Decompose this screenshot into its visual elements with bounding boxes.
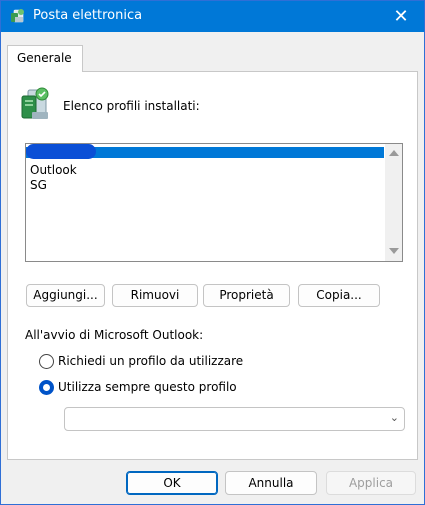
list-item[interactable]: Outlook <box>30 163 77 178</box>
radio-checked[interactable] <box>39 380 54 395</box>
tab-panel-generale: Elenco profili installati: Outlook SG Ag… <box>7 71 418 460</box>
radio-label: Richiedi un profilo da utilizzare <box>58 354 244 368</box>
list-item[interactable]: SG <box>30 178 47 193</box>
ok-button[interactable]: OK <box>126 471 218 495</box>
chevron-down-icon: ⌄ <box>389 411 399 424</box>
window-title: Posta elettronica <box>33 8 143 23</box>
button-label: Rimuovi <box>130 288 180 302</box>
tab-label: Generale <box>17 51 72 65</box>
profiles-list-label: Elenco profili installati: <box>63 99 200 113</box>
profiles-server-icon <box>21 87 49 119</box>
button-label: Proprietà <box>219 288 274 302</box>
listbox-scrollbar[interactable] <box>385 144 402 261</box>
radio-label: Utilizza sempre questo profilo <box>58 380 237 394</box>
mail-profile-icon <box>11 9 24 23</box>
tab-generale[interactable]: Generale <box>7 45 83 72</box>
add-profile-button[interactable]: Aggiungi... <box>26 284 105 307</box>
button-label: Annulla <box>248 476 294 490</box>
list-item-label: SG <box>30 178 47 192</box>
button-label: Applica <box>348 476 394 490</box>
profile-select-combobox[interactable]: ⌄ <box>64 407 405 431</box>
title-bar: Posta elettronica ✕ <box>1 1 424 32</box>
mail-dialog-window: Posta elettronica ✕ Generale Elenco prof… <box>0 0 425 505</box>
button-label: OK <box>163 476 181 490</box>
copy-profile-button[interactable]: Copia... <box>298 284 380 307</box>
scroll-up-icon[interactable] <box>389 150 399 156</box>
scroll-down-icon[interactable] <box>389 248 399 254</box>
startup-label: All'avvio di Microsoft Outlook: <box>25 328 204 342</box>
close-button[interactable]: ✕ <box>378 1 424 32</box>
list-item-label: Outlook <box>30 163 77 177</box>
close-icon: ✕ <box>393 6 409 27</box>
properties-button[interactable]: Proprietà <box>203 284 290 307</box>
remove-profile-button[interactable]: Rimuovi <box>112 284 198 307</box>
cancel-button[interactable]: Annulla <box>225 471 317 495</box>
apply-button: Applica <box>326 471 416 495</box>
radio-unchecked[interactable] <box>39 354 54 369</box>
profiles-listbox[interactable]: Outlook SG <box>25 143 403 262</box>
selected-profile-redaction <box>26 144 96 159</box>
button-label: Copia... <box>316 288 362 302</box>
button-label: Aggiungi... <box>33 288 98 302</box>
